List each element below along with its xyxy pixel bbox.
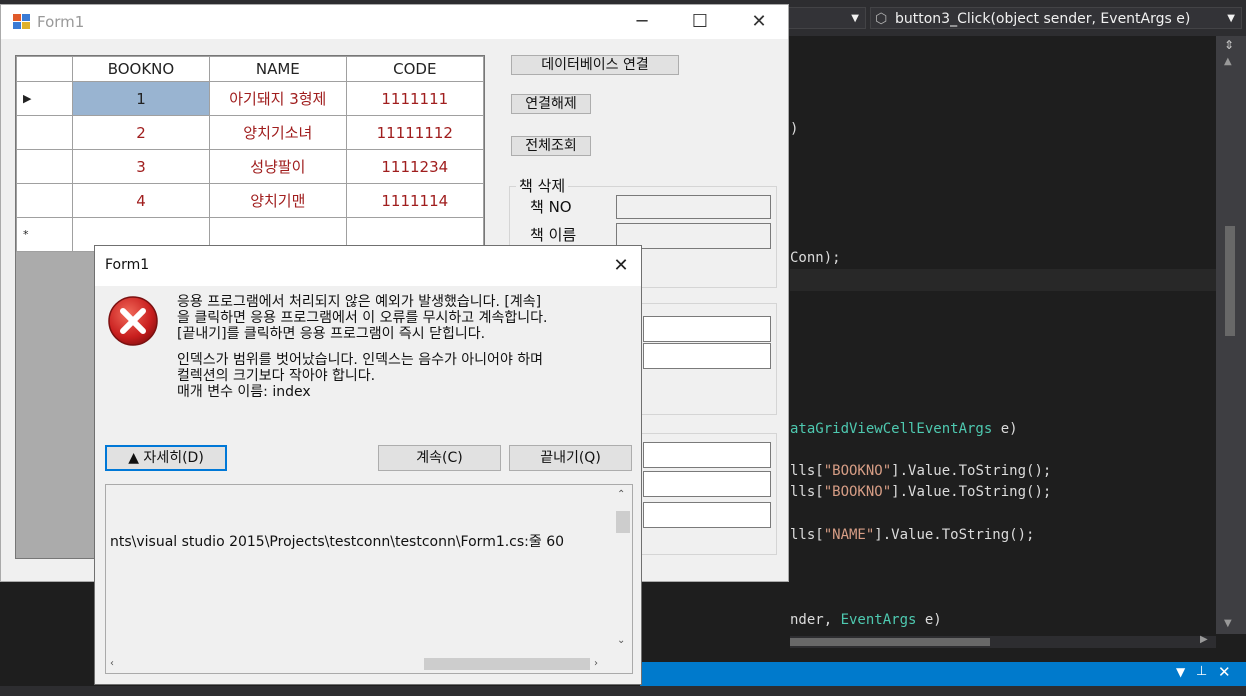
- text-input[interactable]: [643, 442, 771, 468]
- scroll-down-icon[interactable]: ▼: [1224, 618, 1232, 629]
- pin-icon[interactable]: ⊥: [1196, 664, 1207, 679]
- delete-book-group-label: 책 삭제: [516, 175, 569, 196]
- vertical-scrollbar[interactable]: ⇕ ▲ ▼: [1216, 36, 1246, 634]
- scroll-right-icon[interactable]: ▶: [1200, 634, 1220, 648]
- exception-dialog: Form1 ✕ 응용 프로그램에서 처리되지 않은 예외가 발생했습니다. [계…: [94, 245, 642, 685]
- text-input[interactable]: [643, 343, 771, 369]
- scrollbar-thumb[interactable]: [1225, 226, 1235, 336]
- cell-code[interactable]: 1111114: [345, 183, 485, 218]
- scrollbar-thumb[interactable]: [790, 638, 990, 646]
- scrollbar-thumb[interactable]: [424, 658, 590, 670]
- method-dropdown-value: button3_Click(object sender, EventArgs e…: [895, 11, 1191, 27]
- book-name-label: 책 이름: [530, 226, 577, 244]
- form1-title: Form1: [37, 13, 85, 31]
- row-header[interactable]: [16, 183, 73, 218]
- code-line: Conn);: [790, 250, 841, 266]
- scroll-up-icon[interactable]: ▲: [1224, 56, 1232, 67]
- stack-trace-text: nts\visual studio 2015\Projects\testconn…: [110, 534, 565, 550]
- disconnect-button[interactable]: 연결해제: [511, 94, 591, 114]
- maximize-icon[interactable]: ☐: [671, 5, 729, 39]
- datagrid-table: BOOKNO NAME CODE ▶ 1 아기돼지 3형제 1111111 2 …: [16, 56, 485, 252]
- table-row[interactable]: 2 양치기소녀 11111112: [16, 115, 485, 150]
- cell-code[interactable]: 1111111: [345, 81, 485, 116]
- view-all-button[interactable]: 전체조회: [511, 136, 591, 156]
- table-row[interactable]: 4 양치기맨 1111114: [16, 183, 485, 218]
- table-row[interactable]: 3 성냥팔이 1111234: [16, 149, 485, 184]
- scroll-left-icon[interactable]: ‹: [110, 658, 114, 669]
- row-selector-icon[interactable]: ▶: [16, 81, 73, 116]
- quit-button[interactable]: 끝내기(Q): [509, 445, 632, 471]
- row-header-corner: [16, 56, 73, 82]
- text-input[interactable]: [643, 471, 771, 497]
- column-header-name[interactable]: NAME: [209, 56, 347, 82]
- details-textbox[interactable]: nts\visual studio 2015\Projects\testconn…: [105, 484, 633, 674]
- cell-name[interactable]: 양치기소녀: [209, 115, 347, 150]
- cell-code[interactable]: 11111112: [345, 115, 485, 150]
- cell-name[interactable]: 아기돼지 3형제: [209, 81, 347, 116]
- code-line: ): [790, 121, 799, 137]
- header-row: BOOKNO NAME CODE: [16, 56, 485, 82]
- exception-message: 응용 프로그램에서 처리되지 않은 예외가 발생했습니다. [계속] 을 클릭하…: [177, 294, 548, 342]
- current-line-highlight: [790, 269, 1216, 291]
- column-header-bookno[interactable]: BOOKNO: [71, 56, 211, 82]
- cell-name[interactable]: 성냥팔이: [209, 149, 347, 184]
- horizontal-scrollbar[interactable]: [790, 636, 1216, 648]
- scroll-up-icon[interactable]: ⌃: [617, 489, 625, 500]
- close-icon[interactable]: ✕: [730, 5, 788, 39]
- chevron-down-icon[interactable]: ▼: [1176, 665, 1185, 679]
- continue-button[interactable]: 계속(C): [378, 445, 501, 471]
- details-vertical-scrollbar[interactable]: ⌃ ⌄: [614, 485, 632, 655]
- dialog-titlebar[interactable]: Form1 ✕: [95, 246, 641, 286]
- db-connect-button[interactable]: 데이터베이스 연결: [511, 55, 679, 75]
- chevron-down-icon: ▼: [1227, 13, 1235, 24]
- cell-bookno[interactable]: 1: [71, 81, 211, 116]
- code-line: lls["BOOKNO"].Value.ToString();: [790, 484, 1052, 500]
- cell-code[interactable]: 1111234: [345, 149, 485, 184]
- code-editor[interactable]: ) Conn); ataGridViewCellEventArgs e) lls…: [790, 36, 1216, 648]
- table-row[interactable]: ▶ 1 아기돼지 3형제 1111111: [16, 81, 485, 116]
- error-icon: [107, 295, 159, 347]
- panel-header: ▼ ⊥ ✕: [640, 662, 1246, 686]
- ide-bottom-bar: [0, 686, 1246, 696]
- split-icon[interactable]: ⇕: [1224, 38, 1234, 52]
- details-button[interactable]: ▲ 자세히(D): [105, 445, 227, 471]
- code-line: lls["BOOKNO"].Value.ToString();: [790, 463, 1052, 479]
- scroll-down-icon[interactable]: ⌄: [617, 635, 625, 646]
- minimize-icon[interactable]: ─: [613, 5, 671, 39]
- form1-titlebar[interactable]: Form1 ─ ☐ ✕: [1, 5, 788, 39]
- close-icon[interactable]: ✕: [603, 250, 639, 282]
- code-line: nder, EventArgs e): [790, 612, 942, 628]
- row-header[interactable]: [16, 149, 73, 184]
- text-input[interactable]: [643, 316, 771, 342]
- scrollbar-thumb[interactable]: [616, 511, 630, 533]
- book-no-label: 책 NO: [530, 198, 572, 216]
- book-no-input[interactable]: [616, 195, 771, 219]
- dialog-title: Form1: [105, 257, 150, 273]
- new-row-icon[interactable]: *: [16, 217, 73, 252]
- exception-detail-message: 인덱스가 범위를 벗어났습니다. 인덱스는 음수가 아니어야 하며 컬렉션의 크…: [177, 352, 544, 400]
- chevron-down-icon: ▼: [851, 13, 859, 24]
- cell-bookno[interactable]: 3: [71, 149, 211, 184]
- code-line: ataGridViewCellEventArgs e): [790, 421, 1018, 437]
- scroll-right-icon[interactable]: ›: [594, 658, 598, 669]
- column-header-code[interactable]: CODE: [345, 56, 485, 82]
- method-dropdown[interactable]: ⬡ button3_Click(object sender, EventArgs…: [870, 7, 1242, 29]
- code-line: lls["NAME"].Value.ToString();: [790, 527, 1035, 543]
- row-header[interactable]: [16, 115, 73, 150]
- cell-name[interactable]: 양치기맨: [209, 183, 347, 218]
- cell-bookno[interactable]: 4: [71, 183, 211, 218]
- text-input[interactable]: [643, 502, 771, 528]
- close-icon[interactable]: ✕: [1218, 663, 1231, 681]
- details-horizontal-scrollbar[interactable]: ‹ ›: [106, 655, 614, 673]
- cell-bookno[interactable]: 2: [71, 115, 211, 150]
- app-icon: [13, 14, 30, 29]
- method-icon: ⬡: [875, 11, 888, 27]
